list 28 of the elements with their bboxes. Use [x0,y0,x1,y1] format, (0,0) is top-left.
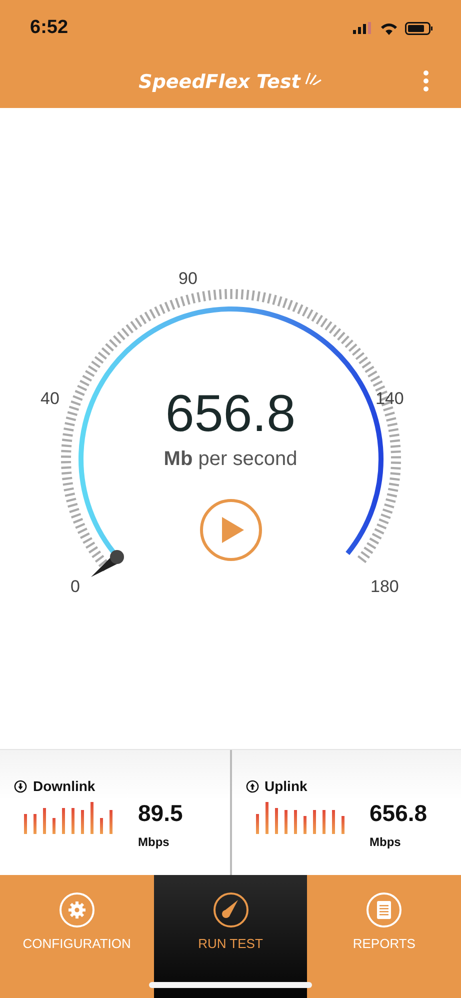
status-time: 6:52 [30,17,68,39]
gear-icon [58,892,95,928]
scale-label: 90 [178,268,198,288]
scale-label: 40 [40,388,60,408]
download-icon [14,780,27,792]
result-label: Uplink [264,778,308,794]
more-menu-icon[interactable] [423,70,429,92]
result-value: 656.8 [370,800,428,827]
result-label: Downlink [33,778,96,794]
speed-value: 656.8 [165,384,296,444]
scale-label: 140 [376,388,404,408]
logo-rays-icon [304,71,322,85]
play-icon [222,516,244,542]
document-icon [366,892,402,928]
app-title: SpeedFlex Test [138,71,300,93]
battery-icon [405,22,433,34]
gauge-icon [212,892,248,928]
wifi-icon [380,22,398,34]
upload-icon [246,780,258,792]
signal-icon [353,22,373,34]
tab[interactable]: RUN TEST [154,875,308,998]
scale-label: 0 [70,576,80,596]
speed-unit: Mb per second [164,448,298,470]
result-value: 89.5 [138,800,183,827]
scale-label: 180 [370,576,399,596]
result-unit: Mbps [370,835,402,849]
result-unit: Mbps [138,835,170,849]
needle-icon [90,550,124,576]
